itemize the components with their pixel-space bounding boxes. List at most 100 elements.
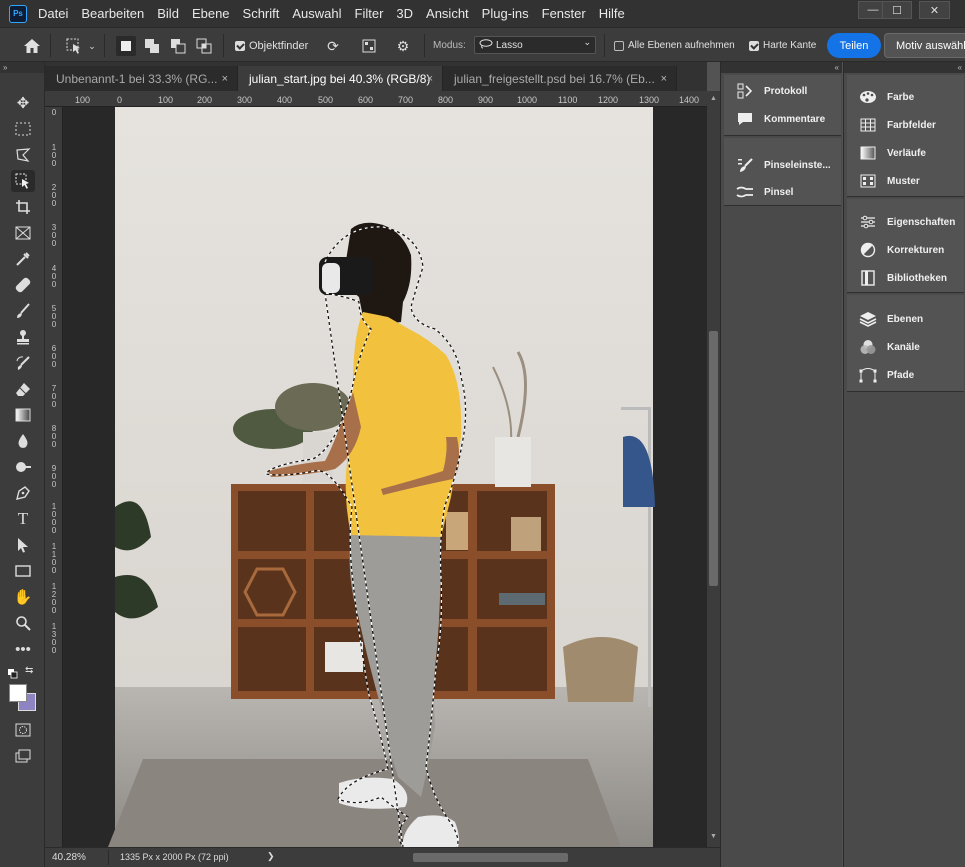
panel-collapse-button[interactable]: « bbox=[844, 62, 965, 73]
panel-korrekturen[interactable]: Korrekturen bbox=[847, 236, 965, 264]
hand-tool-icon[interactable]: ✋ bbox=[11, 586, 35, 608]
panel-muster[interactable]: Muster bbox=[847, 167, 965, 195]
object-selection-tool-icon[interactable] bbox=[64, 36, 84, 56]
path-selection-tool-icon[interactable] bbox=[11, 534, 35, 556]
tab-unbenannt[interactable]: Unbenannt-1 bei 33.3% (RG... × bbox=[45, 66, 238, 91]
dodge-tool-icon[interactable] bbox=[11, 456, 35, 478]
document-canvas[interactable] bbox=[63, 107, 707, 847]
object-finder-checkbox[interactable] bbox=[235, 40, 245, 51]
menu-plugins[interactable]: Plug-ins bbox=[482, 6, 529, 21]
lasso-tool-icon[interactable] bbox=[11, 144, 35, 166]
toolbar-collapse-button[interactable]: » bbox=[0, 62, 44, 73]
close-window-button[interactable]: ✕ bbox=[919, 1, 950, 19]
hard-edge-label: Harte Kante bbox=[763, 40, 817, 51]
vertical-scrollbar[interactable]: ▲ ▼ bbox=[707, 91, 720, 847]
panel-verlaeufe[interactable]: Verläufe bbox=[847, 139, 965, 167]
hard-edge-checkbox[interactable] bbox=[749, 40, 759, 51]
all-layers-option[interactable]: Alle Ebenen aufnehmen bbox=[614, 28, 735, 63]
move-tool-icon[interactable]: ✥ bbox=[11, 92, 35, 114]
menu-fenster[interactable]: Fenster bbox=[542, 6, 586, 21]
scroll-down-icon[interactable]: ▼ bbox=[710, 833, 717, 840]
share-button[interactable]: Teilen bbox=[827, 33, 881, 58]
object-finder-option[interactable]: Objektfinder bbox=[235, 28, 308, 63]
panel-label: Farbe bbox=[887, 91, 915, 103]
menu-bearbeiten[interactable]: Bearbeiten bbox=[81, 6, 144, 21]
panel-kommentare[interactable]: Kommentare bbox=[724, 105, 844, 133]
lasso-icon bbox=[479, 38, 493, 52]
menu-datei[interactable]: Datei bbox=[38, 6, 68, 21]
clone-stamp-tool-icon[interactable] bbox=[11, 326, 35, 348]
menu-hilfe[interactable]: Hilfe bbox=[599, 6, 625, 21]
panel-protokoll[interactable]: Protokoll bbox=[724, 77, 844, 105]
history-brush-tool-icon[interactable] bbox=[11, 352, 35, 374]
menu-schrift[interactable]: Schrift bbox=[243, 6, 280, 21]
scroll-thumb[interactable] bbox=[709, 331, 718, 586]
refresh-icon[interactable]: ⟳ bbox=[323, 36, 343, 56]
swap-colors-icon[interactable]: ⇆ bbox=[25, 665, 33, 676]
edit-toolbar-icon[interactable]: ••• bbox=[11, 638, 35, 660]
crop-tool-icon[interactable] bbox=[11, 196, 35, 218]
close-tab-icon[interactable]: × bbox=[661, 73, 667, 85]
ruler-label: 1300 bbox=[639, 95, 660, 105]
status-menu-arrow-icon[interactable]: ❯ bbox=[267, 851, 275, 862]
ruler-label: 1300 bbox=[51, 622, 57, 655]
select-subject-button[interactable]: Motiv auswählen bbox=[884, 33, 965, 58]
all-layers-checkbox[interactable] bbox=[614, 40, 624, 51]
gear-icon[interactable]: ⚙ bbox=[393, 36, 413, 56]
home-icon[interactable] bbox=[22, 36, 42, 56]
menu-filter[interactable]: Filter bbox=[355, 6, 384, 21]
eyedropper-tool-icon[interactable] bbox=[11, 248, 35, 270]
quick-mask-icon[interactable] bbox=[11, 719, 35, 741]
zoom-tool-icon[interactable] bbox=[11, 612, 35, 634]
panel-ebenen[interactable]: Ebenen bbox=[847, 305, 965, 333]
menu-bild[interactable]: Bild bbox=[157, 6, 179, 21]
blur-tool-icon[interactable] bbox=[11, 430, 35, 452]
panel-pfade[interactable]: Pfade bbox=[847, 361, 965, 389]
zoom-level[interactable]: 40.28% bbox=[52, 852, 86, 863]
panel-eigenschaften[interactable]: Eigenschaften bbox=[847, 208, 965, 236]
subtract-from-selection-icon[interactable] bbox=[168, 36, 188, 56]
panel-collapse-button[interactable]: « bbox=[721, 62, 842, 73]
screen-mode-icon[interactable] bbox=[11, 745, 35, 767]
panel-farbfelder[interactable]: Farbfelder bbox=[847, 111, 965, 139]
horizontal-scrollbar[interactable] bbox=[285, 852, 715, 863]
intersect-selection-icon[interactable] bbox=[194, 36, 214, 56]
panel-label: Eigenschaften bbox=[887, 216, 956, 228]
panel-bibliotheken[interactable]: Bibliotheken bbox=[847, 264, 965, 292]
frame-tool-icon[interactable] bbox=[11, 222, 35, 244]
type-tool-icon[interactable]: T bbox=[11, 508, 35, 530]
eraser-tool-icon[interactable] bbox=[11, 378, 35, 400]
menu-ebene[interactable]: Ebene bbox=[192, 6, 230, 21]
horizontal-scroll-thumb[interactable] bbox=[413, 853, 568, 862]
tab-julian-freigestellt[interactable]: julian_freigestellt.psd bei 16.7% (Eb...… bbox=[443, 66, 677, 91]
default-colors-icon[interactable] bbox=[8, 666, 18, 684]
scroll-up-icon[interactable]: ▲ bbox=[710, 95, 717, 102]
menu-ansicht[interactable]: Ansicht bbox=[426, 6, 469, 21]
pattern-icon bbox=[859, 172, 877, 190]
close-tab-icon[interactable]: × bbox=[222, 73, 228, 85]
panel-farbe[interactable]: Farbe bbox=[847, 83, 965, 111]
marquee-tool-icon[interactable] bbox=[11, 118, 35, 140]
foreground-color-swatch[interactable] bbox=[9, 684, 27, 702]
close-tab-icon[interactable]: × bbox=[427, 73, 433, 85]
menu-3d[interactable]: 3D bbox=[396, 6, 413, 21]
add-to-selection-icon[interactable] bbox=[142, 36, 162, 56]
menu-auswahl[interactable]: Auswahl bbox=[292, 6, 341, 21]
hard-edge-option[interactable]: Harte Kante bbox=[749, 28, 816, 63]
ruler-label: 400 bbox=[51, 264, 57, 289]
tab-julian-start[interactable]: julian_start.jpg bei 40.3% (RGB/8) × bbox=[238, 66, 443, 91]
gradient-tool-icon[interactable] bbox=[11, 404, 35, 426]
object-selection-tool-icon[interactable] bbox=[11, 170, 35, 192]
show-all-objects-icon[interactable] bbox=[359, 36, 379, 56]
new-selection-icon[interactable] bbox=[116, 36, 136, 56]
tool-preset-chevron-icon[interactable]: ⌄ bbox=[86, 36, 98, 56]
panel-kanaele[interactable]: Kanäle bbox=[847, 333, 965, 361]
panel-pinseleinstellungen[interactable]: Pinseleinste... bbox=[724, 151, 844, 179]
rectangle-tool-icon[interactable] bbox=[11, 560, 35, 582]
brush-tool-icon[interactable] bbox=[11, 300, 35, 322]
pen-tool-icon[interactable] bbox=[11, 482, 35, 504]
maximize-button[interactable]: ☐ bbox=[882, 1, 912, 19]
mode-select[interactable]: Lasso ⌄ bbox=[474, 36, 596, 54]
panel-pinsel[interactable]: Pinsel bbox=[724, 178, 844, 206]
healing-brush-tool-icon[interactable] bbox=[11, 274, 35, 296]
